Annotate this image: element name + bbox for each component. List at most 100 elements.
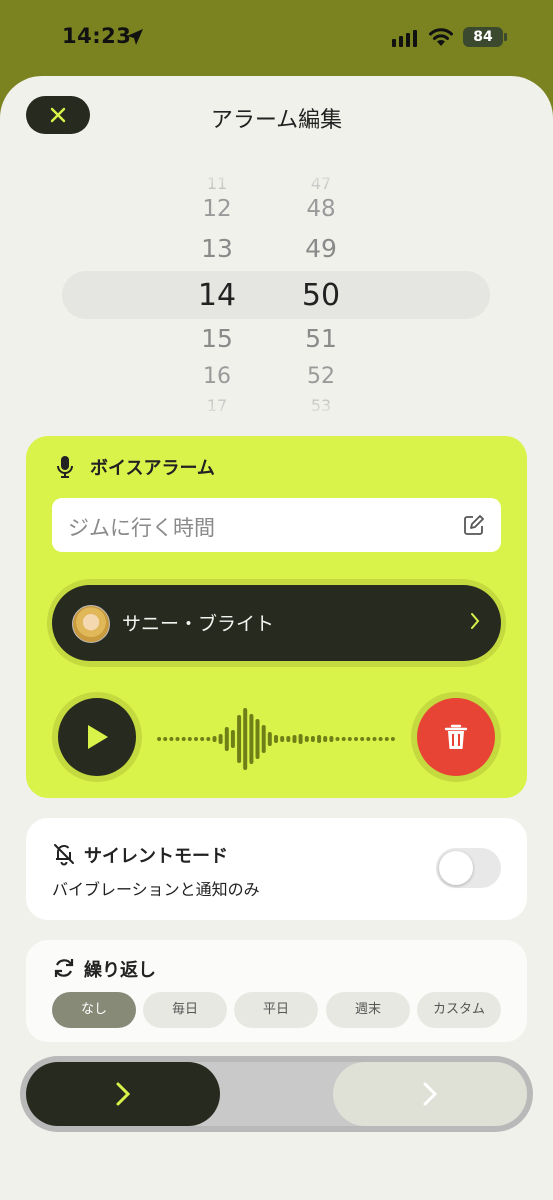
- waveform-bar: [157, 737, 162, 741]
- waveform-bar: [274, 735, 278, 743]
- play-button[interactable]: [58, 698, 136, 776]
- picker-value: 48: [306, 196, 336, 222]
- waveform-bar: [243, 708, 248, 770]
- waveform-bar: [298, 734, 303, 744]
- picker-value: 13: [201, 234, 233, 263]
- delete-voice-button[interactable]: [417, 698, 495, 776]
- picker-value: 12: [202, 196, 232, 222]
- picker-fade-top: [0, 166, 553, 196]
- voice-name: サニー・ブライト: [122, 613, 275, 635]
- waveform-bar: [200, 737, 205, 741]
- toggle-knob: [439, 851, 473, 885]
- slider-handle[interactable]: [26, 1062, 220, 1126]
- waveform-bar: [230, 730, 235, 748]
- picker-fade-bottom: [0, 392, 553, 422]
- picker-value: 16: [203, 364, 231, 389]
- waveform-bar: [181, 737, 186, 741]
- status-bar: 14:23 84: [0, 0, 553, 76]
- waveform-bar: [341, 737, 346, 741]
- repeat-option-weekend[interactable]: 週末: [326, 992, 410, 1028]
- waveform-bar: [317, 735, 322, 743]
- waveform-bar: [280, 736, 285, 742]
- voice-waveform: [157, 708, 395, 770]
- waveform-bar: [372, 737, 377, 741]
- waveform-bar: [360, 737, 365, 741]
- repeat-title: 繰り返し: [84, 960, 156, 981]
- voice-select-inner: サニー・ブライト: [52, 585, 501, 661]
- edit-icon[interactable]: [463, 514, 485, 536]
- waveform-bar: [261, 725, 266, 753]
- waveform-bar: [175, 737, 180, 741]
- waveform-bar: [304, 736, 309, 742]
- chevron-right-icon: [423, 1082, 438, 1106]
- waveform-bar: [169, 737, 174, 741]
- repeat-icon: [54, 959, 74, 977]
- bell-slash-icon: [54, 844, 74, 866]
- waveform-bar: [224, 727, 229, 751]
- play-icon: [88, 725, 108, 749]
- voice-alarm-header: ボイスアラーム: [56, 454, 215, 480]
- cellular-signal-icon: [392, 30, 417, 47]
- waveform-bar: [218, 734, 223, 744]
- waveform-bar: [255, 719, 260, 759]
- waveform-bar: [390, 737, 395, 741]
- voice-select-button[interactable]: サニー・ブライト: [47, 579, 506, 667]
- picker-value: 49: [305, 234, 337, 263]
- waveform-bar: [292, 735, 297, 743]
- waveform-bar: [335, 737, 340, 741]
- waveform-bar: [194, 737, 198, 741]
- picker-selected-hour: 14: [197, 278, 237, 313]
- waveform-bar: [329, 736, 334, 742]
- delete-button-ring: [411, 692, 501, 782]
- page-title: アラーム編集: [210, 108, 343, 133]
- alarm-edit-sheet: アラーム編集 11 12 13 14 15 16 17 47 48 49 50 …: [0, 76, 553, 1200]
- picker-selection-band: [62, 271, 490, 319]
- picker-selected-minute: 50: [301, 278, 341, 313]
- trash-icon: [444, 724, 468, 749]
- play-button-ring: [52, 692, 142, 782]
- waveform-bar: [187, 737, 192, 741]
- silent-mode-subtitle: バイブレーションと通知のみ: [52, 880, 260, 899]
- waveform-bar: [163, 737, 168, 741]
- repeat-option-custom[interactable]: カスタム: [417, 992, 501, 1028]
- alarm-note-input[interactable]: ジムに行く時間: [52, 498, 501, 552]
- repeat-card: 繰り返し なし 毎日 平日 週末 カスタム: [26, 940, 527, 1042]
- slider-track: [26, 1062, 527, 1126]
- voice-alarm-card: ボイスアラーム ジムに行く時間 サニー・ブライト: [26, 436, 527, 798]
- wifi-icon: [429, 28, 453, 46]
- waveform-bar: [366, 737, 371, 741]
- waveform-bar: [384, 737, 389, 741]
- waveform-bar: [310, 736, 315, 742]
- battery-icon: 84: [463, 27, 507, 47]
- repeat-option-weekdays[interactable]: 平日: [234, 992, 318, 1028]
- status-time: 14:23: [62, 24, 132, 48]
- repeat-option-daily[interactable]: 毎日: [143, 992, 227, 1028]
- waveform-bar: [378, 737, 383, 741]
- waveform-bar: [267, 732, 272, 746]
- waveform-bar: [237, 715, 242, 763]
- picker-value: 51: [305, 324, 337, 353]
- waveform-bar: [249, 714, 254, 764]
- waveform-bar: [212, 736, 217, 742]
- silent-mode-title: サイレントモード: [84, 846, 228, 867]
- repeat-option-none[interactable]: なし: [52, 992, 136, 1028]
- picker-value: 52: [307, 364, 335, 389]
- location-arrow-icon: [127, 29, 143, 45]
- chevron-right-icon: [471, 613, 480, 629]
- picker-value: 15: [201, 324, 233, 353]
- chevron-right-icon: [116, 1082, 131, 1106]
- alarm-note-placeholder: ジムに行く時間: [68, 516, 215, 540]
- waveform-bar: [354, 737, 358, 741]
- microphone-icon: [57, 456, 73, 478]
- waveform-bar: [323, 736, 328, 742]
- silent-mode-card: サイレントモード バイブレーションと通知のみ: [26, 818, 527, 920]
- silent-mode-toggle[interactable]: [436, 848, 501, 888]
- waveform-bar: [206, 737, 211, 741]
- battery-level: 84: [473, 29, 493, 45]
- save-slider[interactable]: [20, 1056, 533, 1132]
- voice-avatar: [72, 605, 110, 643]
- voice-alarm-title: ボイスアラーム: [90, 458, 215, 479]
- waveform-bar: [286, 736, 291, 742]
- slider-target: [333, 1062, 527, 1126]
- waveform-bar: [347, 737, 352, 741]
